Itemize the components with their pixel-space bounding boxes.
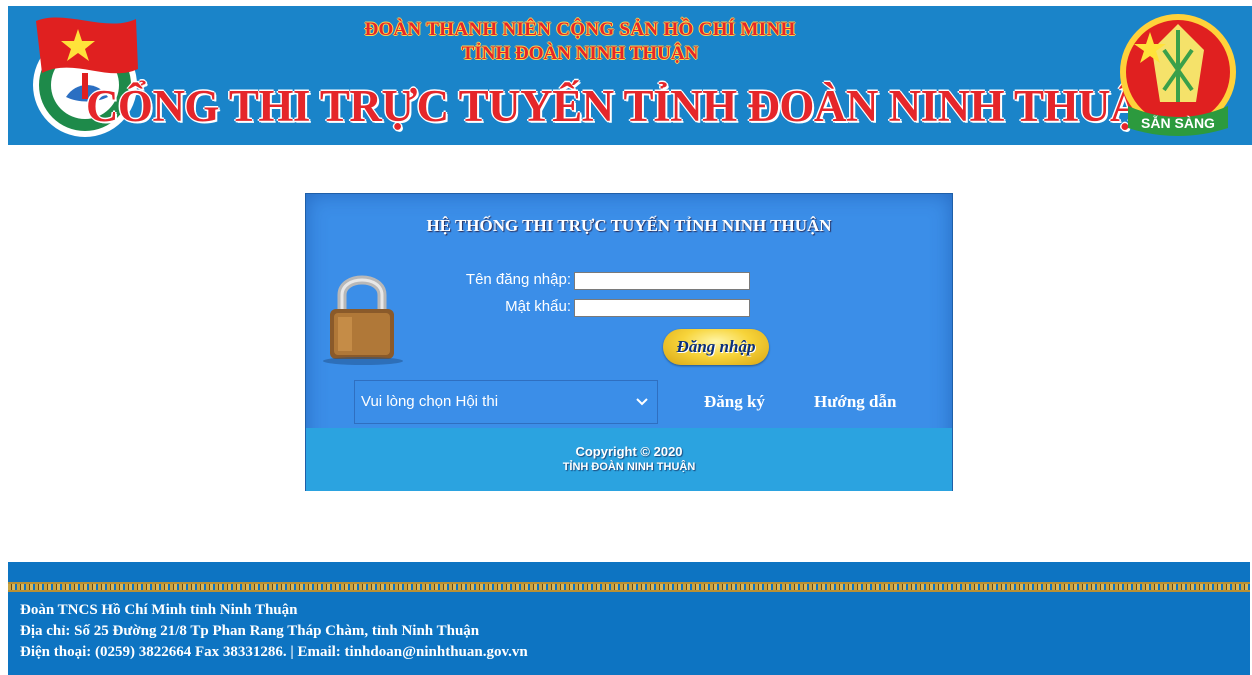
chevron-down-icon xyxy=(636,398,648,406)
login-panel: HỆ THỐNG THI TRỰC TUYẾN TỈNH NINH THUẬN … xyxy=(305,193,953,491)
login-button[interactable]: Đăng nhập xyxy=(663,329,769,365)
contest-select-value: Vui lòng chọn Hội thi xyxy=(361,393,499,410)
username-input[interactable] xyxy=(574,272,750,290)
help-link[interactable]: Hướng dẫn xyxy=(814,392,896,412)
copyright-org: TỈNH ĐOÀN NINH THUẬN xyxy=(562,461,696,473)
copyright-text: Copyright © 2020 xyxy=(575,444,683,459)
login-panel-footer: Copyright © 2020 TỈNH ĐOÀN NINH THUẬN xyxy=(306,428,952,491)
badge-text: SẴN SÀNG xyxy=(1141,115,1215,131)
register-link[interactable]: Đăng ký xyxy=(704,392,765,412)
footer-address: Địa chỉ: Số 25 Đường 21/8 Tp Phan Rang T… xyxy=(20,623,480,639)
password-input[interactable] xyxy=(574,299,750,317)
password-label: Mật khẩu: xyxy=(505,298,571,315)
login-panel-title: HỆ THỐNG THI TRỰC TUYẾN TỈNH NINH THUẬN xyxy=(426,216,832,235)
contest-select[interactable]: Vui lòng chọn Hội thi xyxy=(354,380,658,424)
page-title: CỔNG THI TRỰC TUYẾN TỈNH ĐOÀN NINH THUẬN xyxy=(85,81,1175,131)
san-sang-badge-icon: SẴN SÀNG xyxy=(1120,14,1236,136)
site-footer: Đoàn TNCS Hồ Chí Minh tỉnh Ninh Thuận Đị… xyxy=(8,562,1250,675)
footer-org: Đoàn TNCS Hồ Chí Minh tỉnh Ninh Thuận xyxy=(20,602,298,618)
header-org-line: ĐOÀN THANH NIÊN CỘNG SẢN HỒ CHÍ MINH xyxy=(364,19,796,40)
header-province-line: TỈNH ĐOÀN NINH THUẬN xyxy=(461,43,699,64)
username-label: Tên đăng nhập: xyxy=(465,271,571,288)
padlock-icon xyxy=(323,275,403,365)
footer-contact: Điện thoại: (0259) 3822664 Fax 38331286.… xyxy=(20,644,528,660)
decorative-border xyxy=(8,582,1250,592)
site-header: ĐOÀN THANH NIÊN CỘNG SẢN HỒ CHÍ MINH TỈN… xyxy=(8,6,1252,145)
